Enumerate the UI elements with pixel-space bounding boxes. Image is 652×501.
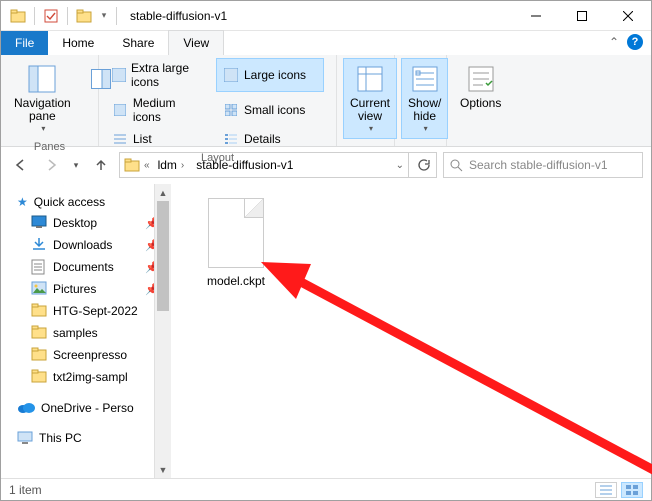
desktop-icon: [31, 215, 47, 231]
tab-share[interactable]: Share: [108, 31, 168, 55]
list-icon: [112, 131, 128, 147]
current-view-button[interactable]: Current view▾: [343, 58, 397, 139]
navigation-pane-button[interactable]: Navigation pane ▾: [7, 58, 78, 139]
ribbon-tabs: File Home Share View ⌃ ?: [1, 31, 651, 55]
breadcrumb-segment[interactable]: stable-diffusion-v1: [192, 156, 297, 174]
tab-home[interactable]: Home: [48, 31, 108, 55]
sidebar-scrollbar[interactable]: ▲ ▼: [154, 184, 171, 478]
navigation-pane-label: Navigation pane: [14, 97, 71, 123]
star-icon: ★: [17, 195, 28, 209]
pictures-icon: [31, 281, 47, 297]
folder-icon: [31, 325, 47, 341]
file-name: model.ckpt: [207, 274, 265, 288]
options-icon: [465, 63, 497, 95]
refresh-button[interactable]: [409, 152, 437, 178]
xl-icons-icon: [112, 67, 126, 83]
forward-button[interactable]: [39, 153, 63, 177]
folder-icon: [31, 303, 47, 319]
folder-icon: [31, 369, 47, 385]
breadcrumb-segment[interactable]: ldm›: [154, 156, 189, 174]
layout-details[interactable]: Details: [216, 128, 324, 150]
layout-extra-large[interactable]: Extra large icons: [105, 58, 213, 92]
collapse-ribbon-icon[interactable]: ⌃: [609, 35, 619, 49]
file-icon: [208, 198, 264, 268]
search-box[interactable]: [443, 152, 643, 178]
minimize-button[interactable]: [513, 1, 559, 31]
layout-small[interactable]: Small icons: [216, 93, 324, 127]
chevron-right-icon[interactable]: «: [144, 160, 150, 171]
back-button[interactable]: [9, 153, 33, 177]
sidebar-item-desktop[interactable]: Desktop📌: [13, 212, 171, 234]
show-hide-button[interactable]: Show/ hide▾: [401, 58, 448, 139]
scroll-up-icon[interactable]: ▲: [155, 184, 171, 201]
address-folder-icon: [124, 157, 140, 173]
this-pc-icon: [17, 431, 33, 445]
show-hide-icon: [409, 63, 441, 95]
layout-large[interactable]: Large icons: [216, 58, 324, 92]
scroll-thumb[interactable]: [157, 201, 169, 311]
small-icons-icon: [223, 102, 239, 118]
address-bar[interactable]: « ldm› stable-diffusion-v1 ⌄: [119, 152, 409, 178]
history-dropdown[interactable]: ▾: [69, 153, 83, 177]
annotation-arrow: [251, 254, 652, 484]
qat-properties-icon[interactable]: [40, 5, 62, 27]
view-large-icons-button[interactable]: [621, 482, 643, 498]
folder-app-icon-2: [73, 5, 95, 27]
sidebar-item-folder[interactable]: HTG-Sept-2022: [13, 300, 171, 322]
sidebar-item-folder[interactable]: samples: [13, 322, 171, 344]
search-input[interactable]: [469, 158, 636, 172]
file-item[interactable]: model.ckpt: [191, 198, 281, 288]
large-icons-icon: [223, 67, 239, 83]
tab-file[interactable]: File: [1, 31, 48, 55]
sidebar-item-pictures[interactable]: Pictures📌: [13, 278, 171, 300]
nav-row: ▾ « ldm› stable-diffusion-v1 ⌄: [1, 147, 651, 183]
maximize-button[interactable]: [559, 1, 605, 31]
documents-icon: [31, 259, 47, 275]
close-button[interactable]: [605, 1, 651, 31]
medium-icons-icon: [112, 102, 128, 118]
folder-app-icon: [7, 5, 29, 27]
window-title: stable-diffusion-v1: [120, 9, 227, 23]
file-list[interactable]: model.ckpt: [171, 184, 651, 478]
view-details-button[interactable]: [595, 482, 617, 498]
layout-medium[interactable]: Medium icons: [105, 93, 213, 127]
details-icon: [223, 131, 239, 147]
status-bar: 1 item: [1, 478, 651, 500]
navigation-pane-icon: [26, 63, 58, 95]
status-item-count: 1 item: [9, 483, 42, 497]
address-dropdown-icon[interactable]: ⌄: [396, 160, 404, 171]
navigation-tree: ★ Quick access Desktop📌 Downloads📌 Docum…: [1, 184, 171, 478]
sidebar-this-pc[interactable]: This PC: [13, 428, 171, 448]
tab-view[interactable]: View: [168, 30, 224, 55]
sidebar-item-downloads[interactable]: Downloads📌: [13, 234, 171, 256]
folder-icon: [31, 347, 47, 363]
help-icon[interactable]: ?: [627, 34, 643, 50]
downloads-icon: [31, 237, 47, 253]
sidebar-quick-access[interactable]: ★ Quick access: [13, 192, 171, 212]
ribbon: Navigation pane ▾ Panes Extra large icon…: [1, 55, 651, 147]
sidebar-item-documents[interactable]: Documents📌: [13, 256, 171, 278]
search-icon: [450, 159, 463, 172]
onedrive-icon: [17, 402, 35, 414]
title-bar: ▾ stable-diffusion-v1: [1, 1, 651, 31]
layout-list[interactable]: List: [105, 128, 213, 150]
current-view-icon: [354, 63, 386, 95]
sidebar-onedrive[interactable]: OneDrive - Perso: [13, 398, 171, 418]
up-button[interactable]: [89, 153, 113, 177]
qat-dropdown-icon[interactable]: ▾: [97, 5, 111, 27]
sidebar-item-folder[interactable]: txt2img-sampl: [13, 366, 171, 388]
options-button[interactable]: Options: [453, 58, 508, 115]
sidebar-item-folder[interactable]: Screenpresso: [13, 344, 171, 366]
scroll-down-icon[interactable]: ▼: [155, 461, 171, 478]
